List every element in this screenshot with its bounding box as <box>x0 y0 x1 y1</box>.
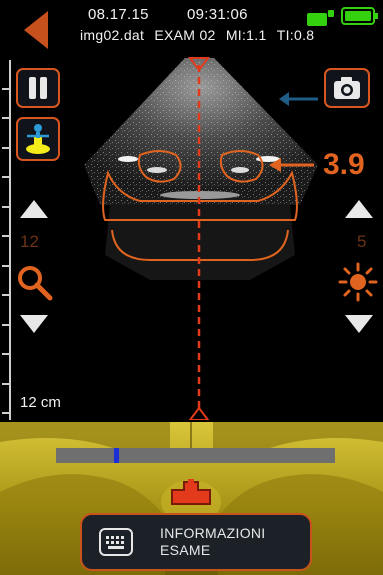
keyboard-icon <box>99 528 133 556</box>
battery-icon <box>341 6 379 26</box>
brightness-button[interactable] <box>338 262 378 302</box>
brightness-down-button[interactable] <box>343 313 375 335</box>
info-button-line1: INFORMAZIONI <box>160 525 266 541</box>
probe-position-icon <box>166 478 216 514</box>
reference-arrow-icon <box>278 90 320 108</box>
brightness-value: 5 <box>357 232 367 251</box>
probe-battery-icon <box>306 9 336 27</box>
ti-text: TI:0.8 <box>276 27 315 43</box>
camera-icon <box>334 77 360 99</box>
filename-text: img02.dat <box>80 27 145 43</box>
triangle-up-icon <box>345 200 373 218</box>
triangle-up-icon <box>20 200 48 218</box>
time-text: 09:31:06 <box>187 6 248 23</box>
camera-button[interactable] <box>324 68 370 108</box>
measurement-value: 3.9 <box>323 148 365 181</box>
triangle-down-icon <box>345 315 373 333</box>
depth-scale-label: 12 cm <box>20 394 61 411</box>
date-text: 08.17.15 <box>88 6 149 23</box>
depth-value: 12 <box>20 232 39 251</box>
depth-down-button[interactable] <box>18 313 50 335</box>
triangle-down-icon <box>20 315 48 333</box>
exam-info-button[interactable]: INFORMAZIONI ESAME <box>80 513 312 571</box>
zoom-button[interactable] <box>14 262 54 302</box>
back-button[interactable] <box>22 10 52 50</box>
depth-up-button[interactable] <box>18 198 50 220</box>
info-button-line2: ESAME <box>160 542 211 558</box>
sun-icon <box>338 262 378 302</box>
measurement-arrow-icon <box>268 156 316 174</box>
magnifier-icon <box>18 266 53 301</box>
exam-text: EXAM 02 <box>154 27 216 43</box>
brightness-up-button[interactable] <box>343 198 375 220</box>
scan-position-marker[interactable] <box>114 448 119 463</box>
mi-text: MI:1.1 <box>225 27 267 43</box>
back-arrow-icon <box>24 11 48 49</box>
scan-position-bar[interactable] <box>56 448 335 463</box>
